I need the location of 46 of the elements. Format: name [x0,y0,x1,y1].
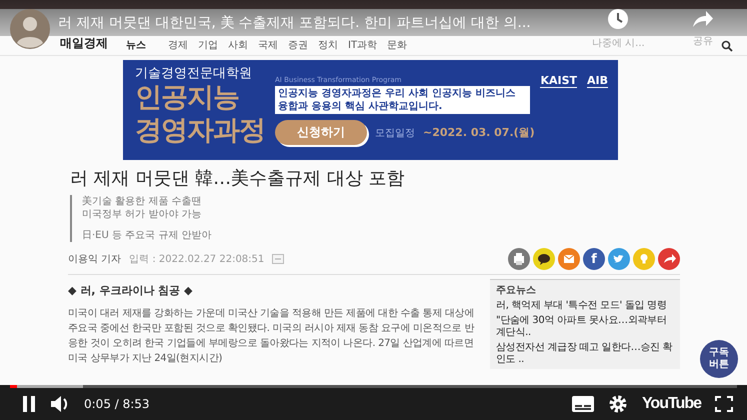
banner-date: ~2022. 03. 07.(월) [423,125,535,140]
subhead-text: 美기술 활용한 제품 수출땐 [82,195,203,208]
panel-title: 주요뉴스 [496,284,537,297]
banner-text: 인공지능 경영자과정은 우리 사회 인공지능 비즈니스 융합과 응용의 핵심 사관학교입니다. [275,86,530,114]
clock-icon[interactable] [607,8,630,30]
banner-headline: 경영자과정 [135,114,265,148]
posted-date: 입력 : 2022.02.27 22:08:51 [129,253,264,266]
avatar-silhouette-icon[interactable] [10,9,50,49]
nav-link[interactable]: 국제 [258,38,278,52]
subhead-text: 日·EU 등 주요국 규제 안받아 [82,229,213,242]
banner-logo: KAIST [540,74,577,88]
news-link[interactable]: "단숨에 30억 아파트 못사요…외곽부터 계단식.. [496,315,674,339]
article-body: 미국이 대러 제재를 강화하는 가운데 미국산 기술을 적용해 만든 제품에 대한 수출 통제 대상에 주요국 중에선 한국만 포함된 것으로 확인됐다. 미국의 러시아 제재 동참 요구에 미온적으로 반응한 것이 오히려 한국 기업들에 부메랑으로 돌아왔다는 지적이 나온다. 27일 산업계에 따르면 미국 상무부가 지난 24일(현지시간) [68,307,476,366]
site-logo[interactable]: 매일경제 [60,35,108,52]
subhead-text: 미국정부 허가 받아야 가능 [82,208,203,221]
banner-text: 기술경영전문대학원 [135,66,253,82]
banner-text: 모집일정 [375,126,415,140]
speech-bubble-icon[interactable] [533,248,555,270]
search-icon[interactable] [721,40,733,52]
printer-icon[interactable] [508,248,530,270]
nav-link[interactable]: IT과학 [348,38,378,52]
nav-link[interactable]: 정치 [318,38,338,52]
banner-logo: AIB [587,74,608,88]
article-headline: 러 제재 머뭇댄 韓…美수출규제 대상 포함 [70,167,406,190]
banner-headline: 인공지능 [135,81,240,115]
nav-link[interactable]: 경제 [168,38,188,52]
facebook-button[interactable]: f [583,248,605,270]
settings-icon[interactable] [608,394,628,414]
youtube-logo[interactable]: YouTube [642,395,701,413]
nav-link[interactable]: 기업 [198,38,218,52]
nav-link[interactable]: 뉴스 [126,38,146,52]
section-title: ◆ 러, 우크라이나 침공 ◆ [68,283,194,298]
reporter-name[interactable]: 이용익 기자 [68,252,122,266]
news-link[interactable]: 러, 핵억제 부대 '특수전 모드' 돌입 명령 [496,300,674,312]
time-display: 0:05 / 8:53 [84,397,150,411]
volume-icon[interactable] [50,395,70,413]
subtitles-icon[interactable] [572,396,594,412]
fullscreen-icon[interactable] [715,396,733,412]
nav-link[interactable]: 문화 [387,38,408,52]
progress-bar[interactable] [10,385,737,388]
nav-link[interactable]: 증권 [288,38,308,52]
nav-link[interactable]: 사회 [228,38,248,52]
news-link[interactable]: 삼성전자선 계급장 떼고 일한다…승진 확인도 .. [496,342,674,366]
bird-icon[interactable] [608,248,630,270]
subscribe-button[interactable]: 구독 버튼 [700,340,738,378]
pause-icon[interactable] [22,396,36,412]
